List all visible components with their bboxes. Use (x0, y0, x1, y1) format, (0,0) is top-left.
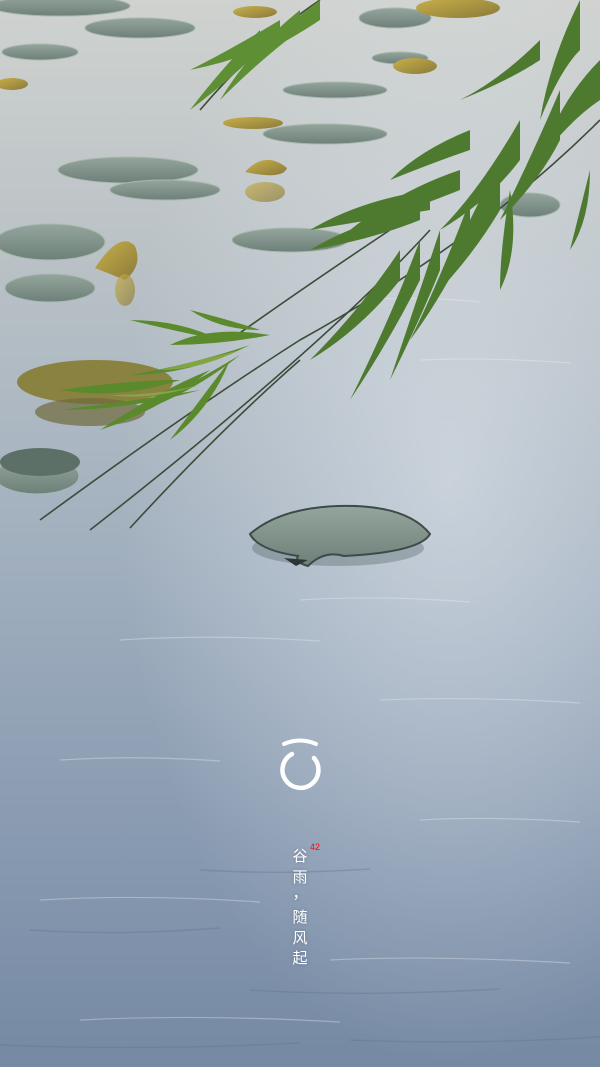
poem-vertical-text: 谷 雨 ， 随 风 起 (286, 846, 314, 969)
poem-char: 随 (292, 908, 308, 926)
poem-char: 起 (292, 949, 308, 967)
poem-comma: ， (292, 884, 308, 902)
poem-char: 谷 (292, 847, 308, 865)
ring-logo-icon (280, 738, 321, 791)
screen: 42 谷 雨 ， 随 风 起 (0, 0, 600, 1067)
poem-char: 风 (292, 928, 308, 947)
